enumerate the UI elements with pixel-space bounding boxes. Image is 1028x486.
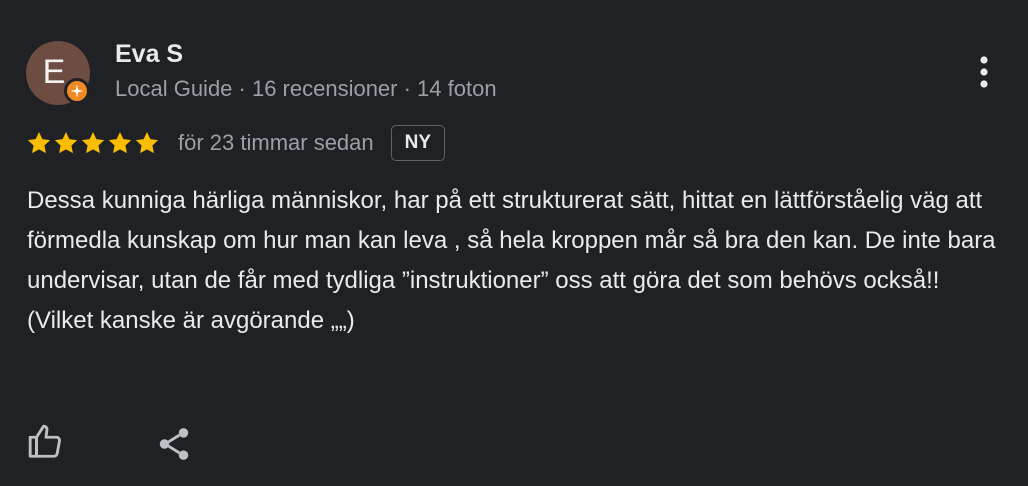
reviewer-name[interactable]: Eva S <box>115 40 183 69</box>
star-icon <box>27 131 51 154</box>
local-guide-badge-icon <box>64 78 90 104</box>
star-icon <box>108 131 132 154</box>
star-icon <box>54 131 78 154</box>
thumbs-up-icon <box>28 424 61 458</box>
star-rating <box>26 130 160 156</box>
new-badge: NY <box>390 125 446 161</box>
avatar-initial: E <box>42 52 66 91</box>
review-text: Dessa kunniga härliga människor, har på … <box>27 187 996 334</box>
rating-row: för 23 timmar sedan NY <box>26 122 446 164</box>
star-icon <box>135 131 159 154</box>
star-icon <box>81 131 105 154</box>
share-icon <box>159 428 189 460</box>
review-time: för 23 timmar sedan <box>178 130 374 155</box>
reviewer-meta: Local Guide · 16 recensioner · 14 foton <box>115 76 497 101</box>
more-options-button[interactable] <box>966 50 1002 94</box>
like-button[interactable] <box>24 420 68 464</box>
share-button[interactable] <box>152 422 196 466</box>
more-vertical-icon <box>980 56 988 88</box>
